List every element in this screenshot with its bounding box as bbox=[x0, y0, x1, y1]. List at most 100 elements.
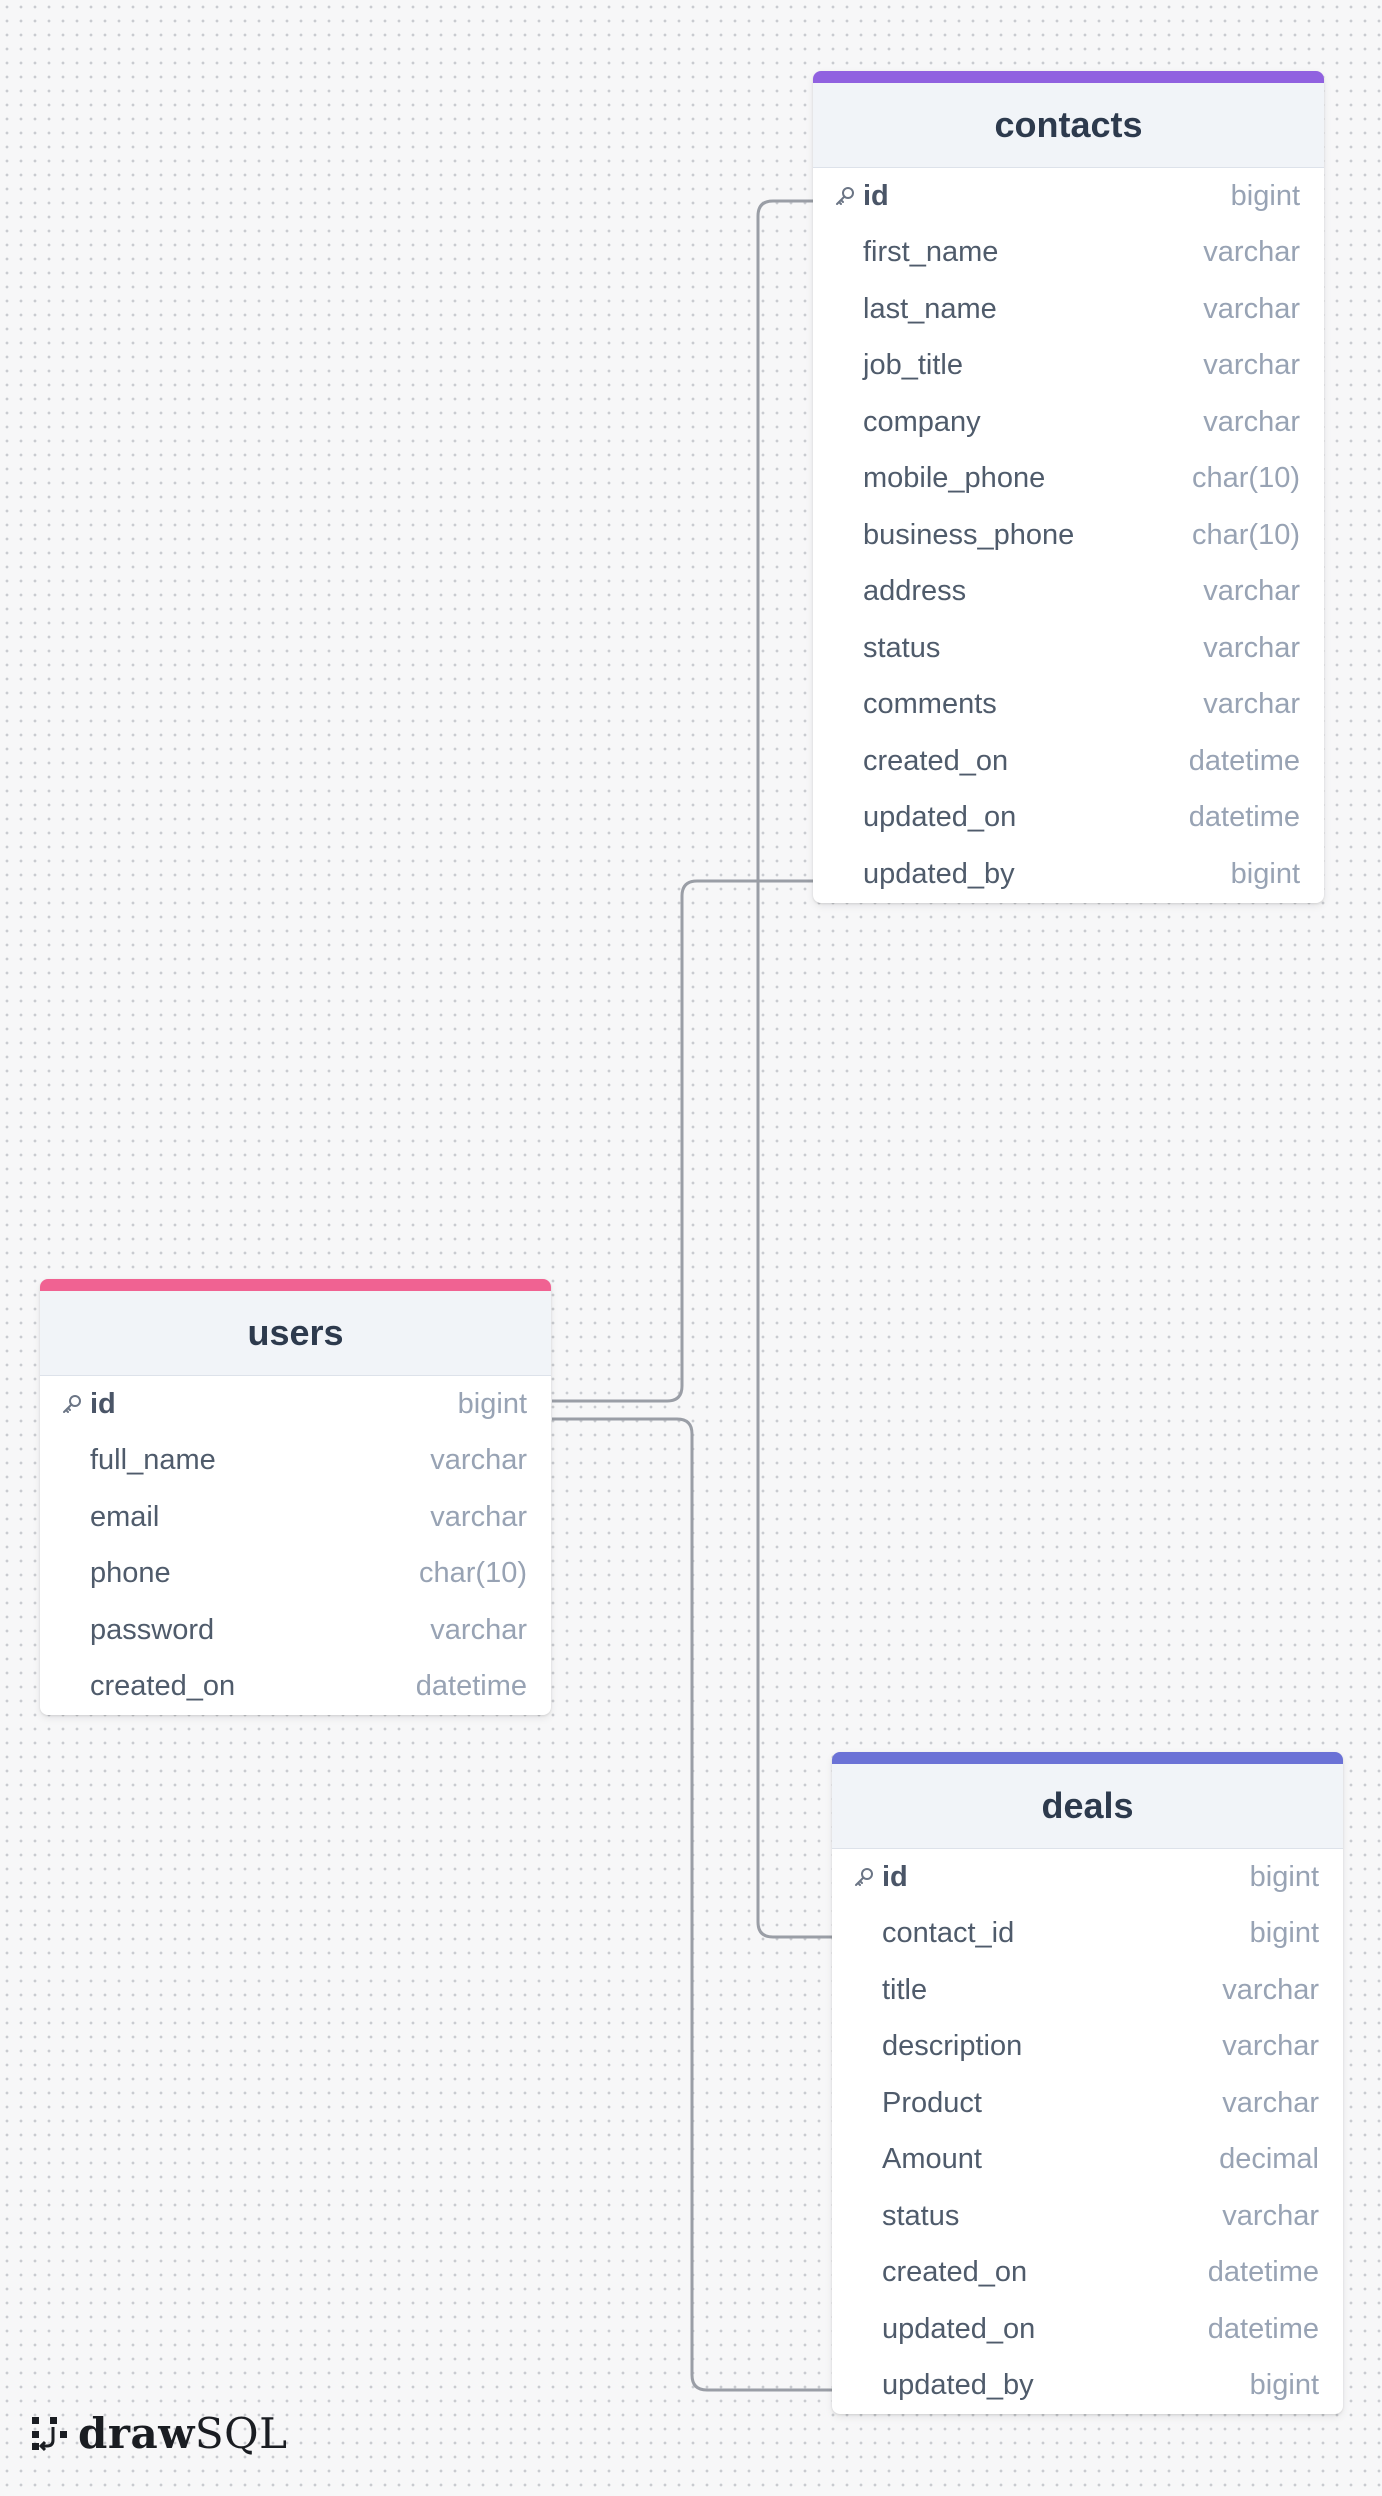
table-title: contacts bbox=[994, 104, 1143, 145]
column-type: varchar bbox=[430, 1444, 527, 1477]
column-row-status[interactable]: status varchar bbox=[813, 620, 1324, 677]
column-type: varchar bbox=[1222, 2086, 1319, 2119]
column-row-updated-on[interactable]: updated_on datetime bbox=[813, 790, 1324, 847]
column-row-address[interactable]: address varchar bbox=[813, 564, 1324, 621]
column-name: Amount bbox=[882, 2143, 982, 2176]
table-accent-bar bbox=[813, 71, 1324, 83]
column-row-full-name[interactable]: full_name varchar bbox=[40, 1433, 551, 1490]
column-type: varchar bbox=[430, 1500, 527, 1533]
logo-text-draw: draw bbox=[78, 2408, 195, 2458]
column-name: password bbox=[90, 1613, 215, 1646]
column-row-company[interactable]: company varchar bbox=[813, 394, 1324, 451]
drawsql-logo[interactable]: draw SQL bbox=[30, 2408, 287, 2458]
column-name: full_name bbox=[90, 1444, 216, 1477]
column-name: address bbox=[863, 575, 967, 608]
column-name: business_phone bbox=[863, 518, 1075, 551]
table-accent-bar bbox=[40, 1279, 551, 1291]
column-type: datetime bbox=[1207, 2256, 1319, 2289]
column-type: char(10) bbox=[419, 1557, 527, 1590]
column-list: id bigint full_name varchar email varchar phon… bbox=[40, 1376, 551, 1715]
column-row-description[interactable]: description varchar bbox=[832, 2019, 1343, 2076]
column-row-last-name[interactable]: last_name varchar bbox=[813, 281, 1324, 338]
column-row-password[interactable]: password varchar bbox=[40, 1602, 551, 1659]
column-row-updated-by[interactable]: updated_by bigint bbox=[832, 2358, 1343, 2415]
column-type: varchar bbox=[1222, 2199, 1319, 2232]
drawsql-logo-icon bbox=[32, 2417, 67, 2452]
column-name: id bbox=[90, 1387, 116, 1420]
column-row-id[interactable]: id bigint bbox=[40, 1376, 551, 1433]
column-type: decimal bbox=[1219, 2143, 1319, 2176]
column-name: updated_by bbox=[863, 857, 1015, 890]
column-row-status[interactable]: status varchar bbox=[832, 2188, 1343, 2245]
column-type: varchar bbox=[1203, 236, 1300, 269]
column-row-job-title[interactable]: job_title varchar bbox=[813, 338, 1324, 395]
column-type: bigint bbox=[457, 1387, 527, 1420]
column-name: status bbox=[863, 631, 941, 664]
column-row-comments[interactable]: comments varchar bbox=[813, 677, 1324, 734]
connector-deals-updated-by-to-users-id bbox=[552, 1417, 832, 2392]
column-row-phone[interactable]: phone char(10) bbox=[40, 1546, 551, 1603]
column-type: bigint bbox=[1249, 2369, 1319, 2402]
key-icon bbox=[833, 184, 863, 208]
key-icon bbox=[60, 1392, 90, 1416]
column-row-updated-on[interactable]: updated_on datetime bbox=[832, 2301, 1343, 2358]
column-row-first-name[interactable]: first_name varchar bbox=[813, 225, 1324, 282]
column-row-product[interactable]: Product varchar bbox=[832, 2075, 1343, 2132]
column-type: datetime bbox=[1188, 744, 1300, 777]
column-name: created_on bbox=[863, 744, 1009, 777]
table-header[interactable]: contacts bbox=[813, 83, 1324, 168]
column-type: varchar bbox=[1222, 1973, 1319, 2006]
column-row-mobile-phone[interactable]: mobile_phone char(10) bbox=[813, 451, 1324, 508]
column-name: mobile_phone bbox=[863, 462, 1046, 495]
column-row-created-on[interactable]: created_on datetime bbox=[813, 733, 1324, 790]
column-list: id bigint contact_id bigint title varchar desc… bbox=[832, 1849, 1343, 2414]
column-name: phone bbox=[90, 1557, 171, 1590]
logo-text-sql: SQL bbox=[194, 2408, 288, 2458]
table-header[interactable]: deals bbox=[832, 1764, 1343, 1849]
column-type: bigint bbox=[1230, 179, 1300, 212]
column-name: id bbox=[882, 1860, 908, 1893]
column-name: title bbox=[882, 1973, 928, 2006]
column-row-email[interactable]: email varchar bbox=[40, 1489, 551, 1546]
column-row-contact-id[interactable]: contact_id bigint bbox=[832, 1906, 1343, 1963]
column-name: status bbox=[882, 2199, 960, 2232]
column-type: varchar bbox=[1203, 405, 1300, 438]
column-type: varchar bbox=[1203, 631, 1300, 664]
table-header[interactable]: users bbox=[40, 1291, 551, 1376]
column-name: Product bbox=[882, 2086, 982, 2119]
column-name: job_title bbox=[863, 349, 963, 382]
column-name: first_name bbox=[863, 236, 999, 269]
column-name: updated_by bbox=[882, 2369, 1034, 2402]
column-name: contact_id bbox=[882, 1917, 1015, 1950]
column-row-updated-by[interactable]: updated_by bigint bbox=[813, 846, 1324, 903]
connector-contacts-updated-by-to-users-id bbox=[552, 879, 813, 1403]
table-contacts[interactable]: contacts id bigint first_name varchar last_n… bbox=[813, 71, 1324, 903]
table-title: users bbox=[247, 1312, 344, 1353]
table-accent-bar bbox=[832, 1752, 1343, 1764]
key-icon bbox=[852, 1865, 882, 1889]
column-row-id[interactable]: id bigint bbox=[832, 1849, 1343, 1906]
column-list: id bigint first_name varchar last_name varcha… bbox=[813, 168, 1324, 903]
column-type: bigint bbox=[1230, 857, 1300, 890]
column-type: varchar bbox=[1203, 575, 1300, 608]
column-row-created-on[interactable]: created_on datetime bbox=[832, 2245, 1343, 2302]
table-deals[interactable]: deals id bigint contact_id bigint title varch… bbox=[832, 1752, 1343, 2414]
column-name: company bbox=[863, 405, 981, 438]
column-row-amount[interactable]: Amount decimal bbox=[832, 2132, 1343, 2189]
column-row-created-on[interactable]: created_on datetime bbox=[40, 1659, 551, 1716]
column-row-id[interactable]: id bigint bbox=[813, 168, 1324, 225]
column-name: created_on bbox=[90, 1670, 236, 1703]
column-name: updated_on bbox=[882, 2312, 1036, 2345]
column-row-business-phone[interactable]: business_phone char(10) bbox=[813, 507, 1324, 564]
table-users[interactable]: users id bigint full_name varchar email varch… bbox=[40, 1279, 551, 1715]
column-type: varchar bbox=[1222, 2030, 1319, 2063]
column-name: last_name bbox=[863, 292, 997, 325]
column-row-title[interactable]: title varchar bbox=[832, 1962, 1343, 2019]
column-type: varchar bbox=[430, 1613, 527, 1646]
column-type: datetime bbox=[1188, 801, 1300, 834]
column-type: char(10) bbox=[1192, 462, 1300, 495]
column-name: email bbox=[90, 1500, 160, 1533]
column-name: created_on bbox=[882, 2256, 1028, 2289]
column-type: datetime bbox=[415, 1670, 527, 1703]
column-name: id bbox=[863, 179, 889, 212]
